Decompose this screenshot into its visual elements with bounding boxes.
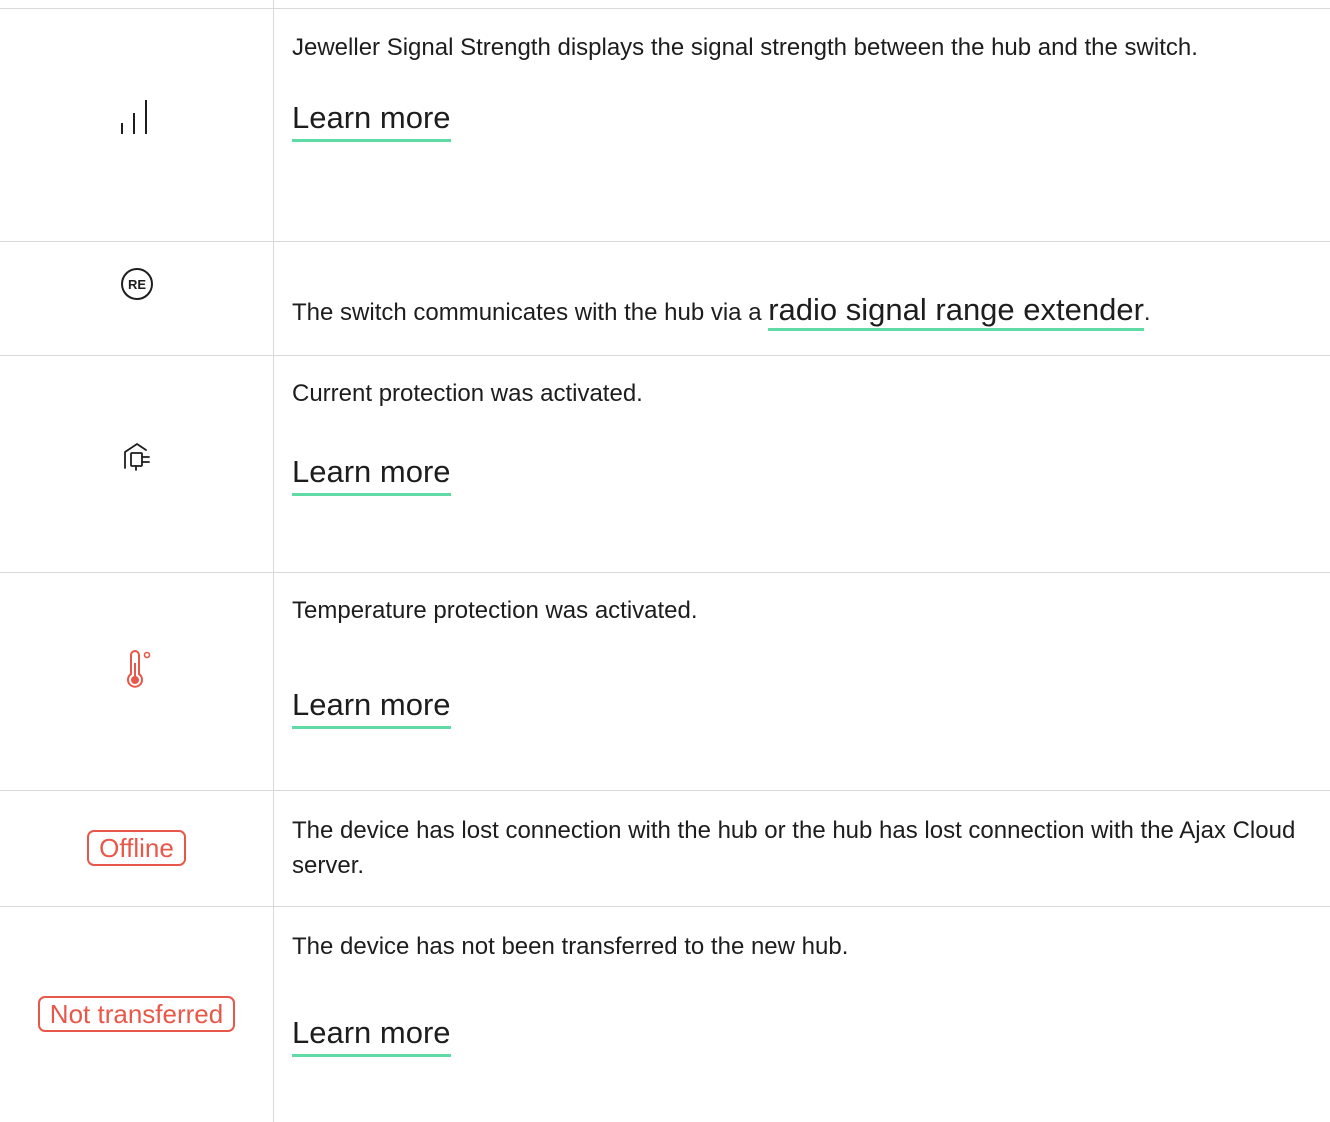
description-suffix: . <box>1143 299 1151 326</box>
table-row: Temperature protection was activated. Le… <box>0 572 1330 790</box>
icon-cell: RE <box>0 241 273 355</box>
row-description: The device has not been transferred to t… <box>292 933 849 960</box>
text-cell: Jeweller Signal Strength displays the si… <box>292 30 1322 142</box>
row-description: The device has lost connection with the … <box>292 817 1296 879</box>
text-cell: The device has lost connection with the … <box>292 813 1322 883</box>
signal-strength-icon <box>117 96 157 136</box>
icon-cell <box>0 8 273 241</box>
svg-text:RE: RE <box>127 277 145 292</box>
row-description: Jeweller Signal Strength displays the si… <box>292 34 1198 61</box>
thermometer-icon <box>120 650 154 690</box>
table-row: RE The switch communicates with the hub … <box>0 241 1330 355</box>
current-protection-icon <box>121 440 153 472</box>
text-cell: The switch communicates with the hub via… <box>292 292 1322 331</box>
table-row: Not transferred The device has not been … <box>0 906 1330 1122</box>
learn-more-link[interactable]: Learn more <box>292 98 451 142</box>
text-cell: Current protection was activated. Learn … <box>292 376 1322 496</box>
table-row: Jeweller Signal Strength displays the si… <box>0 8 1330 241</box>
text-cell: The device has not been transferred to t… <box>292 929 1322 1057</box>
table-row: Offline The device has lost connection w… <box>0 790 1330 906</box>
learn-more-link[interactable]: Learn more <box>292 685 451 729</box>
row-description: The switch communicates with the hub via… <box>292 292 1322 331</box>
icon-cell <box>0 355 273 572</box>
learn-more-link[interactable]: Learn more <box>292 1013 451 1057</box>
icon-cell <box>0 572 273 790</box>
table-row: Current protection was activated. Learn … <box>0 355 1330 572</box>
range-extender-link[interactable]: radio signal range extender <box>768 292 1144 331</box>
icon-cell: Offline <box>0 790 273 906</box>
offline-badge: Offline <box>87 830 186 866</box>
status-icons-table: Jeweller Signal Strength displays the si… <box>0 0 1330 1122</box>
row-description: Temperature protection was activated. <box>292 597 698 624</box>
learn-more-link[interactable]: Learn more <box>292 452 451 496</box>
range-extender-re-icon: RE <box>120 267 154 301</box>
description-prefix: The switch communicates with the hub via… <box>292 299 769 326</box>
not-transferred-badge: Not transferred <box>37 996 236 1032</box>
icon-cell: Not transferred <box>0 906 273 1122</box>
text-cell: Temperature protection was activated. Le… <box>292 593 1322 729</box>
row-description: Current protection was activated. <box>292 380 643 407</box>
